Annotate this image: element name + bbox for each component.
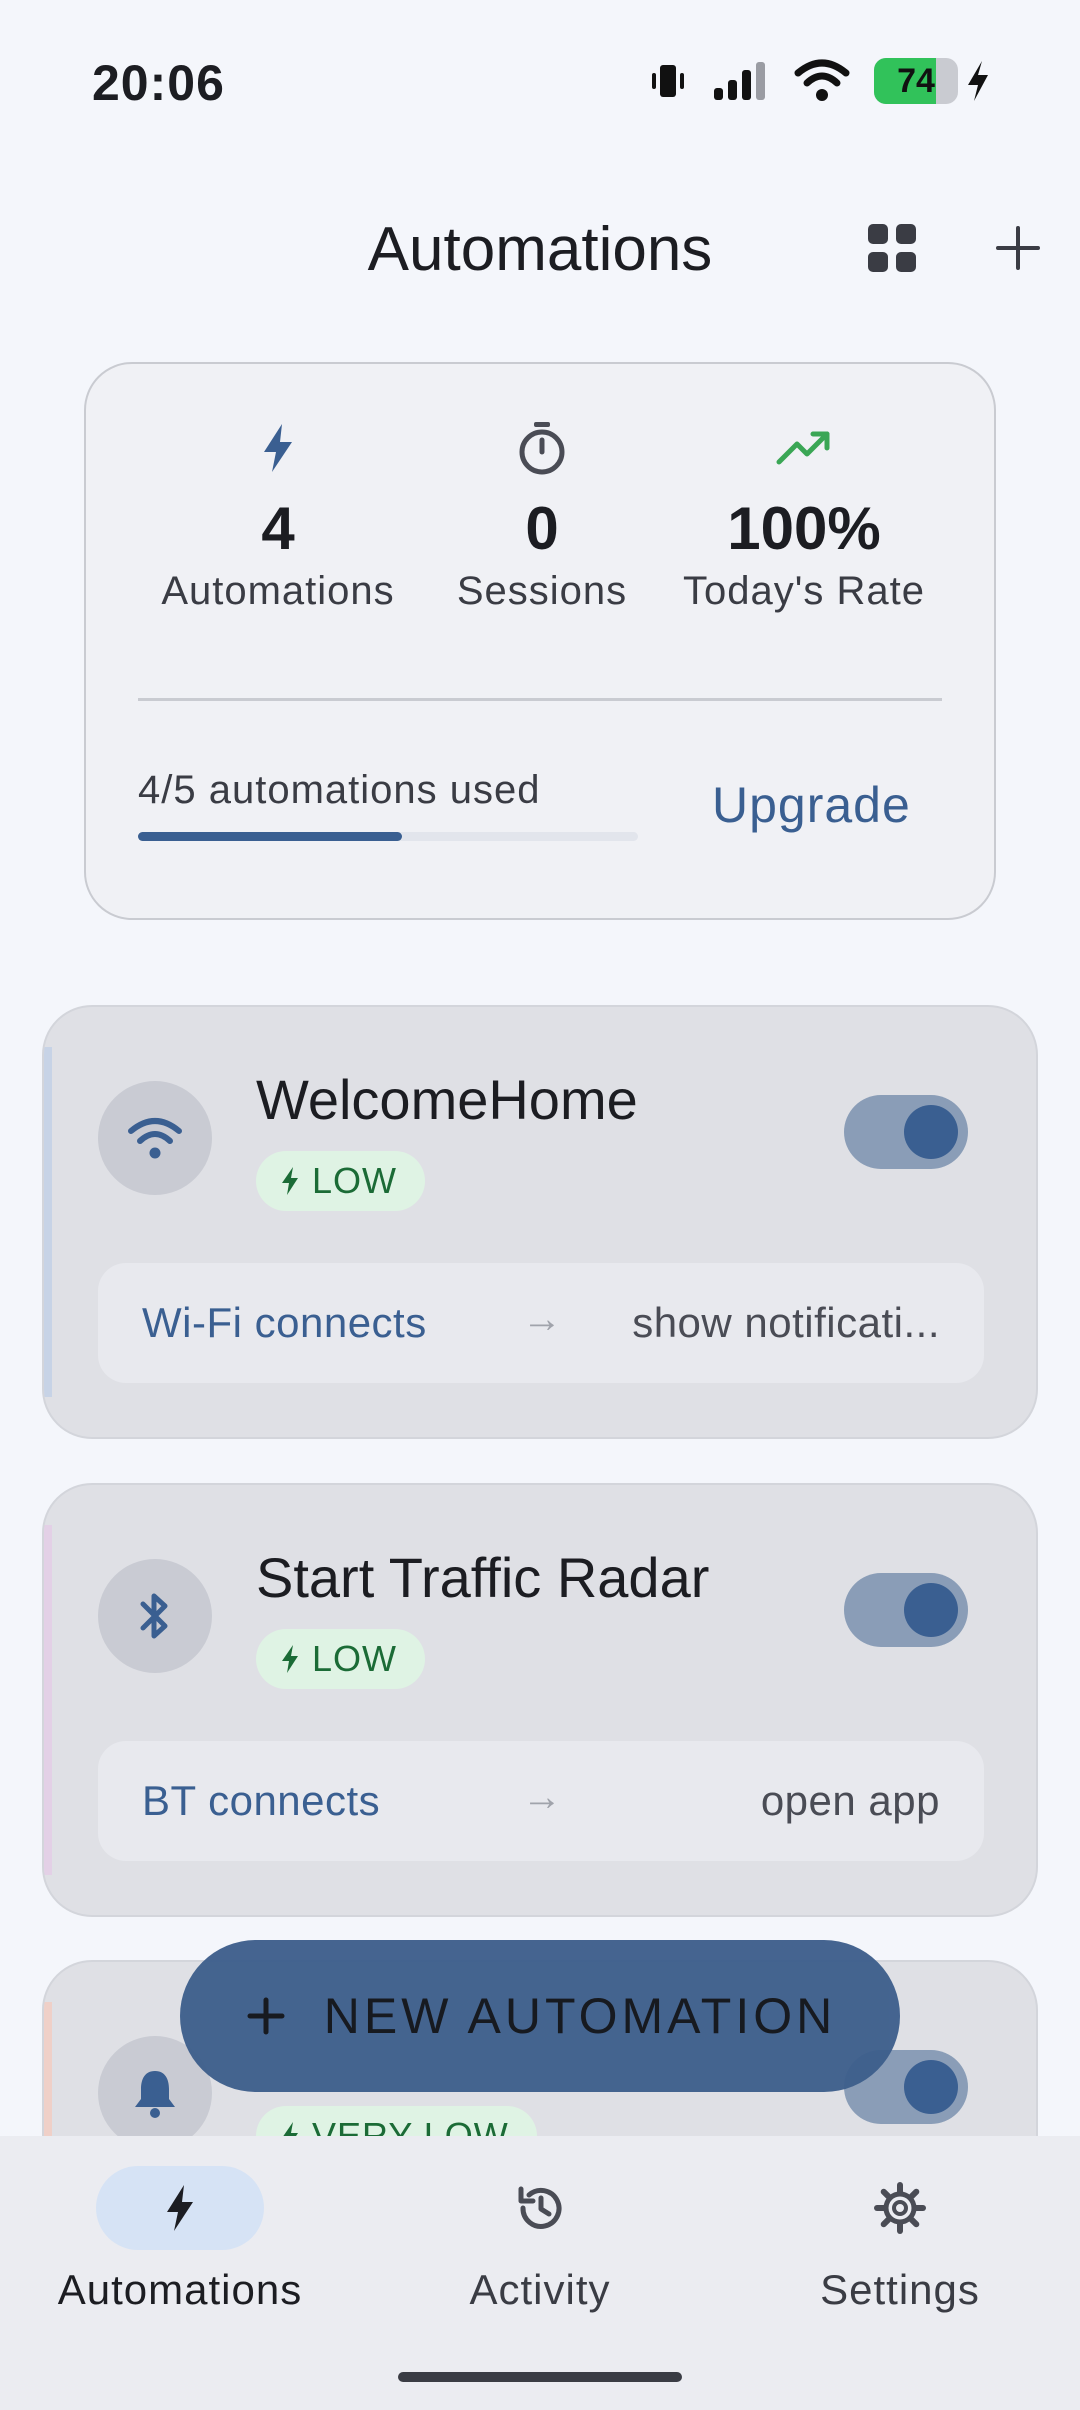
automation-toggle[interactable] bbox=[844, 1095, 968, 1169]
stat-todays-rate: 100% Today's Rate bbox=[664, 420, 944, 614]
stats-card: 4 Automations 0 Sessions 100% Today's Ra… bbox=[84, 362, 996, 920]
stat-value: 4 bbox=[261, 495, 295, 562]
card-accent bbox=[44, 1525, 52, 1875]
rule-action: open app bbox=[760, 1777, 940, 1824]
header: Automations bbox=[0, 200, 1080, 300]
card-accent bbox=[44, 1047, 52, 1397]
automation-name: Start Traffic Radar bbox=[256, 1546, 710, 1609]
status-bar: 20:06 74 bbox=[0, 0, 1080, 170]
signal-icon bbox=[714, 62, 765, 100]
stat-label: Today's Rate bbox=[683, 569, 925, 613]
plus-icon bbox=[996, 226, 1040, 270]
plus-icon bbox=[247, 1997, 285, 2035]
grid-view-button[interactable] bbox=[862, 218, 922, 278]
priority-badge: LOW bbox=[256, 1151, 426, 1211]
trending-up-icon bbox=[776, 431, 830, 465]
nav-label: Activity bbox=[469, 2266, 611, 2313]
arrow-right-icon: → bbox=[522, 1297, 562, 1341]
rule-trigger: BT connects bbox=[142, 1777, 381, 1824]
status-time: 20:06 bbox=[92, 55, 225, 111]
grid-view-icon bbox=[868, 224, 916, 272]
fab-label: NEW AUTOMATION bbox=[323, 1988, 837, 2044]
automation-card[interactable]: WelcomeHome LOW Wi-Fi connects → show no… bbox=[42, 1005, 1038, 1439]
bottom-nav: Automations Activity Settings bbox=[0, 2136, 1080, 2410]
automation-name: WelcomeHome bbox=[256, 1068, 638, 1131]
usage-progress-bar bbox=[138, 832, 638, 841]
usage-text: 4/5 automations used bbox=[138, 768, 541, 812]
add-automation-button[interactable] bbox=[988, 218, 1048, 278]
automation-card[interactable]: Start Traffic Radar LOW BT connects → op… bbox=[42, 1483, 1038, 1917]
bolt-icon bbox=[282, 1167, 298, 1195]
bluetooth-icon bbox=[140, 1593, 168, 1639]
home-indicator bbox=[398, 2372, 682, 2382]
stat-label: Automations bbox=[161, 569, 395, 613]
badge-label: LOW bbox=[312, 1638, 398, 1679]
rule-action: show notificati... bbox=[632, 1299, 940, 1346]
bell-icon bbox=[135, 2071, 175, 2118]
nav-pill bbox=[816, 2166, 984, 2250]
rule-summary: BT connects → open app bbox=[98, 1741, 984, 1861]
nav-pill bbox=[456, 2166, 624, 2250]
upgrade-link[interactable]: Upgrade bbox=[712, 776, 911, 834]
gear-icon bbox=[874, 2182, 926, 2234]
priority-badge: LOW bbox=[256, 1629, 426, 1689]
divider bbox=[138, 698, 942, 701]
arrow-right-icon: → bbox=[522, 1775, 562, 1819]
stat-sessions: 0 Sessions bbox=[402, 420, 682, 614]
automation-icon bbox=[98, 1559, 212, 1673]
history-icon bbox=[518, 2186, 562, 2229]
usage-progress-fill bbox=[138, 832, 402, 841]
nav-item-activity[interactable]: Activity bbox=[360, 2166, 720, 2314]
bolt-icon bbox=[264, 424, 292, 472]
stat-label: Sessions bbox=[456, 569, 628, 613]
nav-pill bbox=[96, 2166, 264, 2250]
battery-indicator: 74 bbox=[874, 58, 958, 104]
timer-icon bbox=[519, 422, 565, 475]
wifi-status-icon bbox=[794, 59, 850, 101]
nav-item-settings[interactable]: Settings bbox=[720, 2166, 1080, 2314]
automation-toggle[interactable] bbox=[844, 1573, 968, 1647]
status-icons: 74 bbox=[648, 58, 992, 104]
rule-trigger: Wi-Fi connects bbox=[142, 1299, 427, 1346]
bolt-icon bbox=[167, 2185, 193, 2231]
vibrate-icon bbox=[652, 65, 684, 97]
nav-item-automations[interactable]: Automations bbox=[0, 2166, 360, 2314]
stat-value: 0 bbox=[525, 495, 559, 562]
charging-icon bbox=[968, 61, 988, 101]
stat-automations: 4 Automations bbox=[138, 420, 418, 614]
wifi-icon bbox=[128, 1118, 182, 1159]
automation-icon bbox=[98, 1081, 212, 1195]
battery-level: 74 bbox=[897, 62, 935, 100]
stat-value: 100% bbox=[727, 495, 881, 562]
badge-label: LOW bbox=[312, 1160, 398, 1201]
nav-label: Automations bbox=[57, 2266, 303, 2313]
rule-summary: Wi-Fi connects → show notificati... bbox=[98, 1263, 984, 1383]
bolt-icon bbox=[282, 1645, 298, 1673]
new-automation-button[interactable]: NEW AUTOMATION bbox=[180, 1940, 900, 2092]
nav-label: Settings bbox=[820, 2266, 980, 2313]
